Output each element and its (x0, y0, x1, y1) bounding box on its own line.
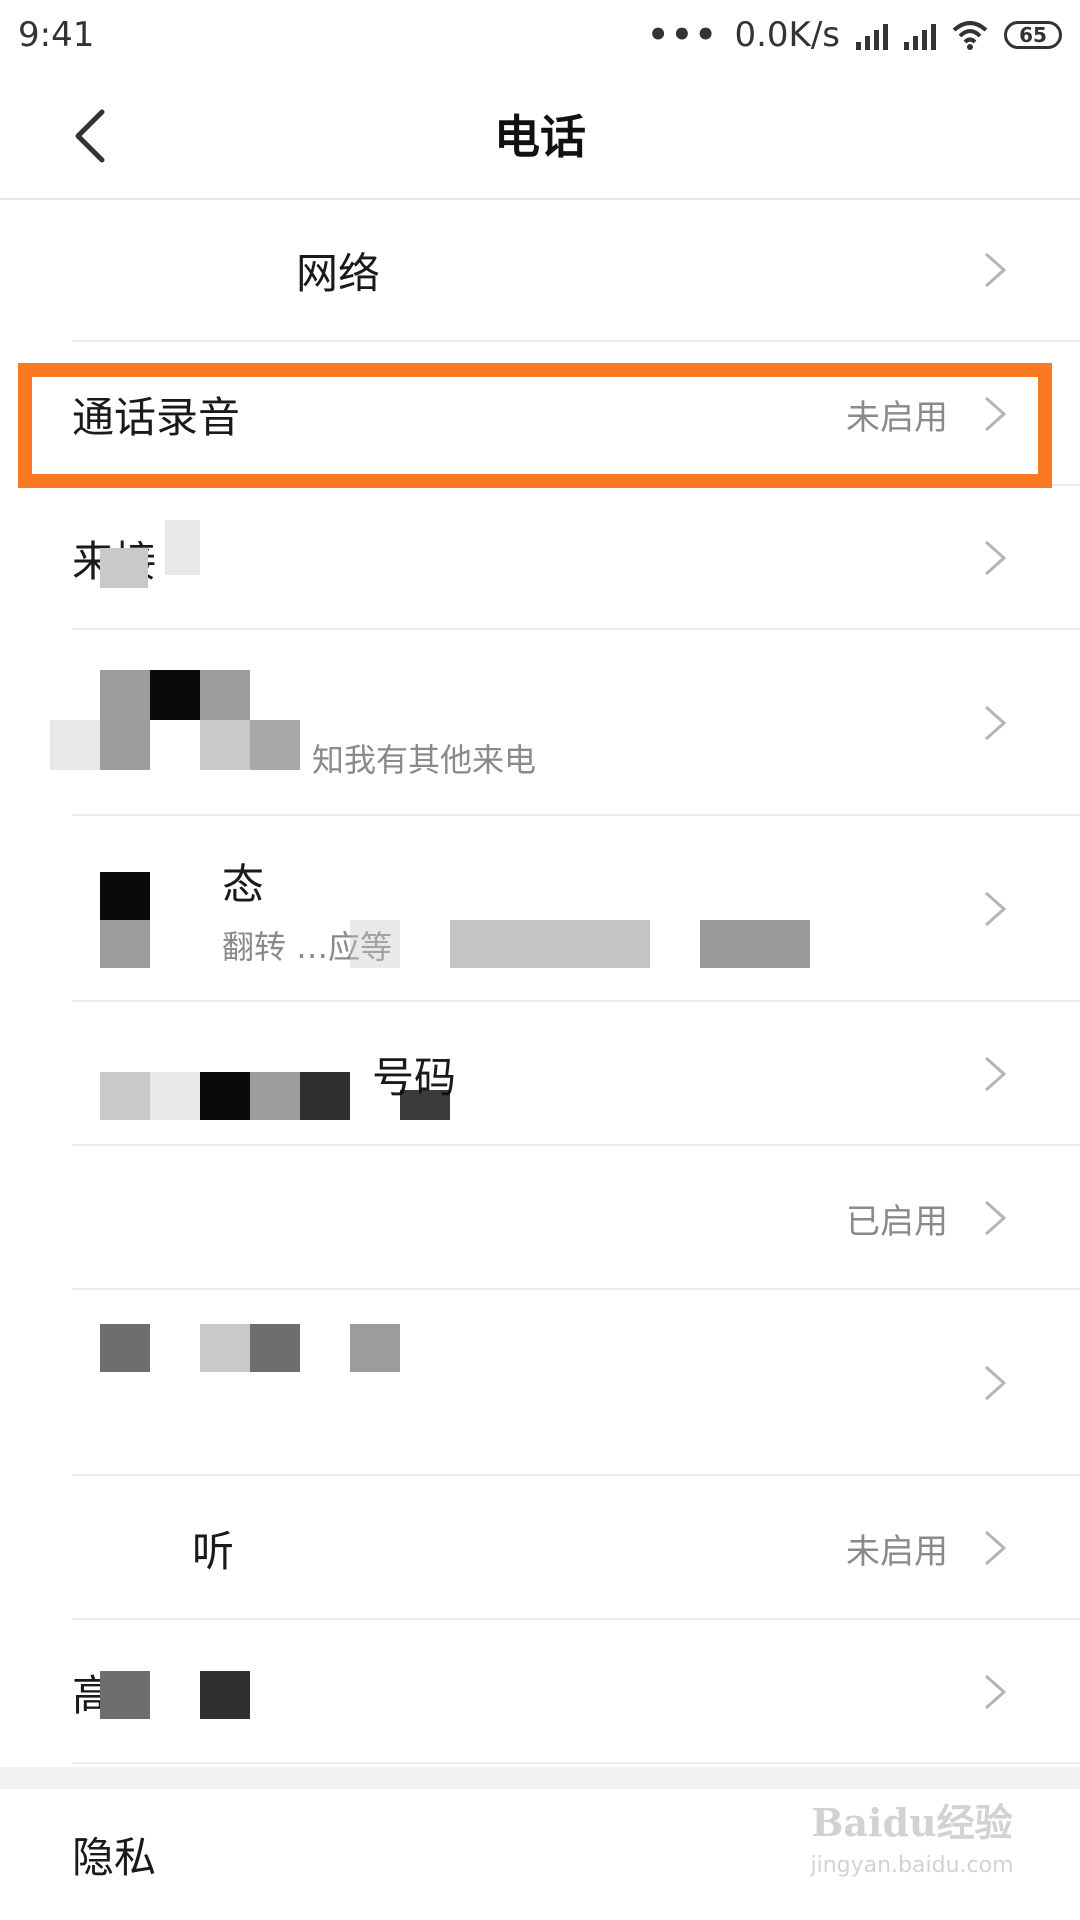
signal-icon (904, 20, 936, 50)
chevron-right-icon (985, 705, 1007, 741)
list-item[interactable]: 听 未启用 (0, 1476, 1080, 1620)
status-value: 已启用 (846, 1201, 948, 1242)
more-dots-icon: ••• (647, 15, 719, 55)
status-value: 未启用 (846, 397, 948, 438)
chevron-right-icon (985, 396, 1007, 432)
list-item[interactable]: 知我有其他来电 (0, 630, 1080, 816)
list-item[interactable]: 已启用 (0, 1146, 1080, 1290)
chevron-right-icon (985, 891, 1007, 927)
chevron-right-icon (985, 1365, 1007, 1401)
battery-level: 65 (1019, 23, 1047, 47)
network-speed: 0.0K/s (734, 15, 840, 55)
battery-icon: 65 (1004, 21, 1062, 49)
list-item-label: 听 (192, 1526, 235, 1576)
title-bar: 电话 (0, 70, 1080, 200)
signal-icon (856, 20, 888, 50)
list-item[interactable]: 高 (0, 1620, 1080, 1764)
watermark-url: jingyan.baidu.com (810, 1853, 1014, 1878)
settings-list: 网络 通话录音 未启用 来接 知我有其他来电 态 翻转 …应等 号码 (0, 198, 1080, 1764)
page-title: 电话 (494, 110, 586, 164)
list-item-label: 网络 (296, 248, 381, 298)
section-divider (0, 1767, 1080, 1789)
list-item-label: 态 (222, 859, 265, 909)
list-item[interactable] (0, 1290, 1080, 1476)
chevron-right-icon (985, 540, 1007, 576)
chevron-right-icon (985, 1056, 1007, 1092)
status-value: 未启用 (846, 1531, 948, 1572)
chevron-right-icon (985, 1674, 1007, 1710)
wifi-icon (952, 21, 988, 50)
status-time: 9:41 (18, 15, 95, 55)
watermark: Baidu经验 jingyan.baidu.com (802, 1792, 1022, 1902)
list-item-subtitle: 知我有其他来电 (312, 741, 537, 779)
status-icons: ••• 0.0K/s 65 (647, 15, 1062, 55)
list-item[interactable]: 态 翻转 …应等 (0, 816, 1080, 1002)
list-item-label: 通话录音 (72, 392, 241, 442)
status-bar: 9:41 ••• 0.0K/s 65 (0, 0, 1080, 70)
chevron-right-icon (985, 252, 1007, 288)
chevron-right-icon (985, 1200, 1007, 1236)
list-item[interactable]: 来接 (0, 486, 1080, 630)
chevron-right-icon (985, 1530, 1007, 1566)
watermark-brand: Baidu经验 (811, 1800, 1013, 1845)
list-item-label: 隐私 (72, 1833, 157, 1882)
list-item-call-recording[interactable]: 通话录音 未启用 (0, 342, 1080, 486)
list-item[interactable]: 网络 (0, 198, 1080, 342)
